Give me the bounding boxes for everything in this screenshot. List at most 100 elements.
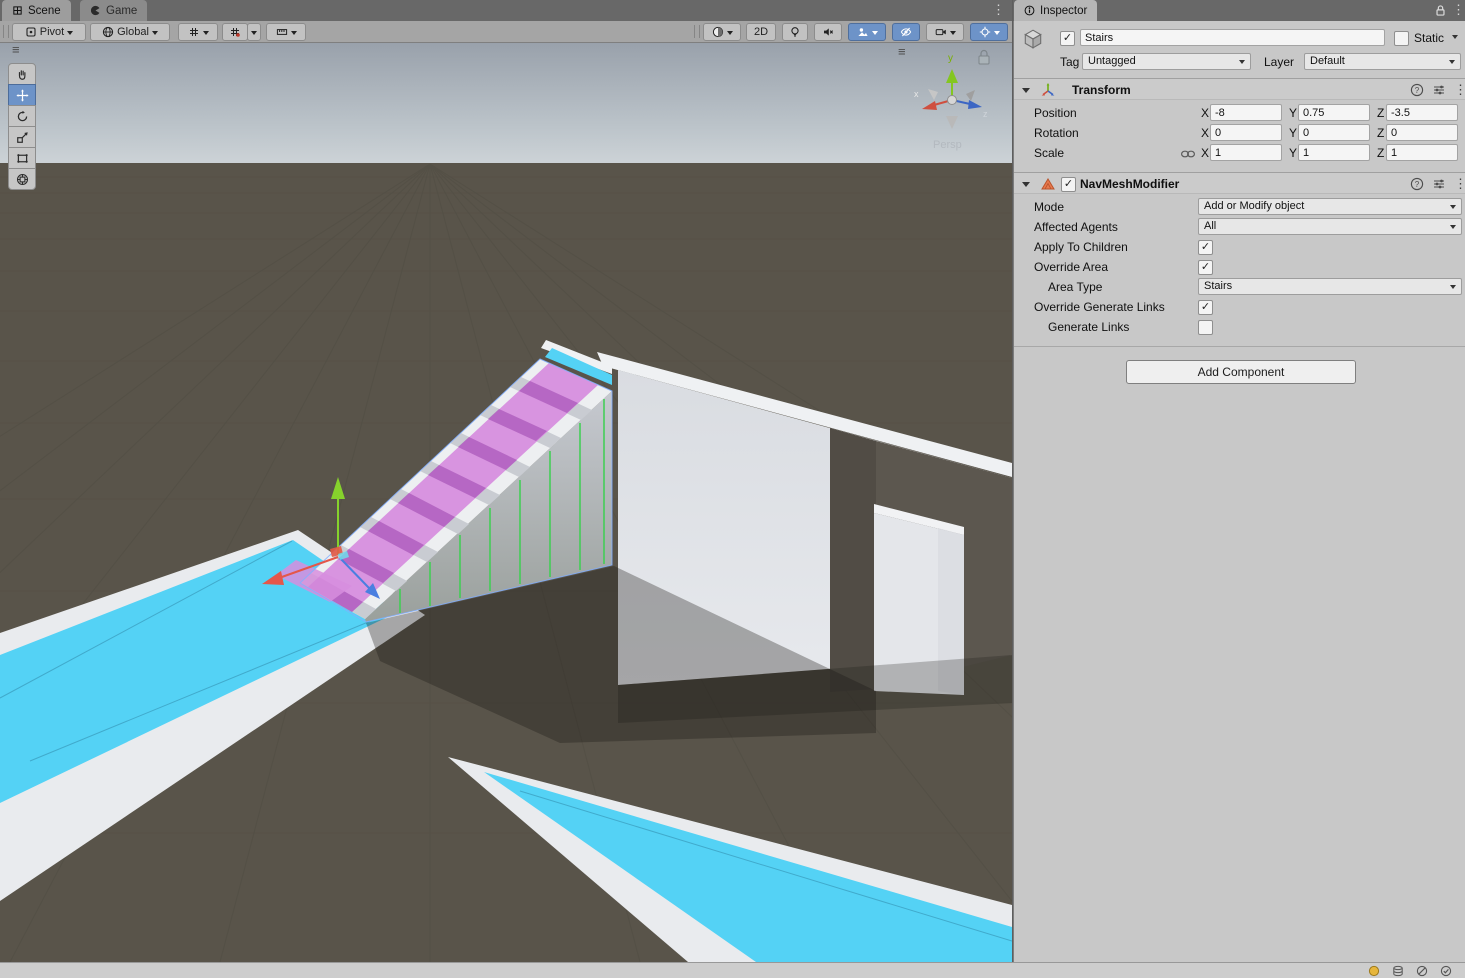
presets-icon[interactable] bbox=[1432, 83, 1446, 97]
scene-grid-icon bbox=[12, 5, 23, 16]
mode-value: Add or Modify object bbox=[1204, 200, 1304, 212]
audio-toggle-button[interactable] bbox=[814, 23, 842, 41]
tab-inspector[interactable]: Inspector bbox=[1014, 0, 1097, 21]
grid-icon bbox=[188, 26, 200, 38]
apply-to-children-checkbox[interactable]: ✓ bbox=[1198, 240, 1213, 255]
pivot-mode-button[interactable]: Pivot bbox=[12, 23, 86, 41]
transform-menu-icon[interactable]: ⋮ bbox=[1454, 82, 1465, 98]
axis-y-label: Y bbox=[1289, 106, 1297, 120]
speaker-muted-icon bbox=[822, 26, 834, 38]
override-area-checkbox[interactable]: ✓ bbox=[1198, 260, 1213, 275]
tab-game[interactable]: Game bbox=[80, 0, 147, 21]
tag-dropdown[interactable]: Untagged bbox=[1082, 53, 1251, 70]
gizmos-toggle-button[interactable] bbox=[970, 23, 1008, 41]
gameobject-name-field[interactable] bbox=[1080, 29, 1385, 46]
auto-lighting-icon[interactable] bbox=[1368, 965, 1380, 977]
grid-snap-button[interactable] bbox=[178, 23, 218, 41]
measure-snap-button[interactable] bbox=[266, 23, 306, 41]
snap-increment-button[interactable] bbox=[222, 23, 248, 41]
help-icon[interactable]: ? bbox=[1410, 177, 1424, 191]
gameobject-cube-icon bbox=[1022, 28, 1044, 50]
override-generate-links-checkbox[interactable]: ✓ bbox=[1198, 300, 1213, 315]
help-icon[interactable]: ? bbox=[1410, 83, 1424, 97]
rotate-tool-button[interactable] bbox=[8, 105, 36, 127]
navmeshmodifier-menu-icon[interactable]: ⋮ bbox=[1454, 176, 1465, 192]
cache-server-icon[interactable] bbox=[1392, 965, 1404, 977]
affected-agents-dropdown[interactable]: All bbox=[1198, 218, 1462, 235]
axis-x-label: x bbox=[914, 89, 919, 99]
chevron-down-icon bbox=[251, 31, 257, 35]
rotate-icon bbox=[16, 110, 29, 123]
gameobject-active-checkbox[interactable]: ✓ bbox=[1060, 31, 1075, 46]
hand-icon bbox=[16, 68, 29, 81]
inspector-menu-icon[interactable]: ⋮ bbox=[1452, 2, 1465, 18]
position-x-field[interactable] bbox=[1210, 104, 1282, 121]
area-type-dropdown[interactable]: Stairs bbox=[1198, 278, 1462, 295]
activity-ok-icon[interactable] bbox=[1440, 965, 1452, 977]
scale-z-field[interactable] bbox=[1386, 144, 1458, 161]
rotation-y-field[interactable] bbox=[1298, 124, 1370, 141]
orientation-center[interactable] bbox=[948, 96, 957, 105]
transform-tool-button[interactable] bbox=[8, 168, 36, 190]
rect-tool-button[interactable] bbox=[8, 147, 36, 169]
rotation-x-field[interactable] bbox=[1210, 124, 1282, 141]
tools-overlay-menu-icon[interactable]: ≡ bbox=[12, 45, 20, 55]
toolbar-drag-handle-right[interactable] bbox=[694, 25, 700, 38]
scale-y-field[interactable] bbox=[1298, 144, 1370, 161]
tab-scene[interactable]: Scene bbox=[2, 0, 71, 21]
position-z-field[interactable] bbox=[1386, 104, 1458, 121]
refresh-disabled-icon[interactable] bbox=[1416, 965, 1428, 977]
affected-agents-value: All bbox=[1204, 220, 1216, 232]
mode-dropdown[interactable]: Add or Modify object bbox=[1198, 198, 1462, 215]
foldout-icon[interactable] bbox=[1022, 88, 1030, 93]
navmeshmodifier-enabled-checkbox[interactable]: ✓ bbox=[1061, 177, 1076, 192]
scale-x-field[interactable] bbox=[1210, 144, 1282, 161]
rotation-z-field[interactable] bbox=[1386, 124, 1458, 141]
tab-scene-label: Scene bbox=[28, 5, 61, 17]
scale-link-icon[interactable] bbox=[1180, 148, 1196, 160]
scene-viewport[interactable]: y x z Persp ≡ ≡ bbox=[0, 43, 1012, 962]
draw-mode-button[interactable] bbox=[703, 23, 741, 41]
chevron-down-icon bbox=[291, 31, 297, 35]
2d-toggle-button[interactable]: 2D bbox=[746, 23, 776, 41]
navmeshmodifier-header[interactable]: ✓ NavMeshModifier ? ⋮ bbox=[1014, 172, 1465, 194]
transform-combined-icon bbox=[16, 173, 29, 186]
move-icon bbox=[16, 89, 29, 102]
inspector-lock-icon[interactable] bbox=[1434, 4, 1447, 17]
rotation-label: Rotation bbox=[1034, 126, 1079, 140]
scale-tool-button[interactable] bbox=[8, 126, 36, 148]
orientation-overlay-menu-icon[interactable]: ≡ bbox=[898, 47, 906, 57]
tab-inspector-label: Inspector bbox=[1040, 5, 1087, 17]
tag-label: Tag bbox=[1060, 55, 1079, 69]
pivot-label: Pivot bbox=[40, 26, 64, 38]
scale-icon bbox=[16, 131, 29, 144]
static-dropdown-caret[interactable] bbox=[1452, 35, 1458, 39]
lighting-toggle-button[interactable] bbox=[782, 23, 808, 41]
chevron-down-icon bbox=[203, 31, 209, 35]
static-checkbox[interactable] bbox=[1394, 31, 1409, 46]
foldout-icon[interactable] bbox=[1022, 182, 1030, 187]
override-generate-links-label: Override Generate Links bbox=[1034, 300, 1165, 314]
position-y-field[interactable] bbox=[1298, 104, 1370, 121]
scale-label: Scale bbox=[1034, 146, 1064, 160]
persp-label[interactable]: Persp bbox=[933, 139, 962, 151]
effects-toggle-button[interactable] bbox=[848, 23, 886, 41]
shaded-sphere-icon bbox=[712, 26, 724, 38]
snap-increment-dropdown[interactable] bbox=[247, 23, 261, 41]
handle-orientation-button[interactable]: Global bbox=[90, 23, 170, 41]
svg-text:?: ? bbox=[1415, 86, 1420, 95]
transform-header[interactable]: Transform ? ⋮ bbox=[1014, 78, 1465, 100]
scene-visibility-button[interactable] bbox=[892, 23, 920, 41]
svg-text:?: ? bbox=[1415, 180, 1420, 189]
position-label: Position bbox=[1034, 106, 1077, 120]
camera-settings-button[interactable] bbox=[926, 23, 964, 41]
add-component-button[interactable]: Add Component bbox=[1126, 360, 1356, 384]
toolbar-drag-handle[interactable] bbox=[3, 25, 9, 38]
presets-icon[interactable] bbox=[1432, 177, 1446, 191]
generate-links-checkbox[interactable] bbox=[1198, 320, 1213, 335]
move-tool-button[interactable] bbox=[8, 84, 36, 106]
hand-tool-button[interactable] bbox=[8, 63, 36, 85]
layer-dropdown[interactable]: Default bbox=[1304, 53, 1461, 70]
axis-z-label: z bbox=[983, 109, 988, 119]
scene-pane-menu-icon[interactable]: ⋮ bbox=[992, 2, 1005, 18]
